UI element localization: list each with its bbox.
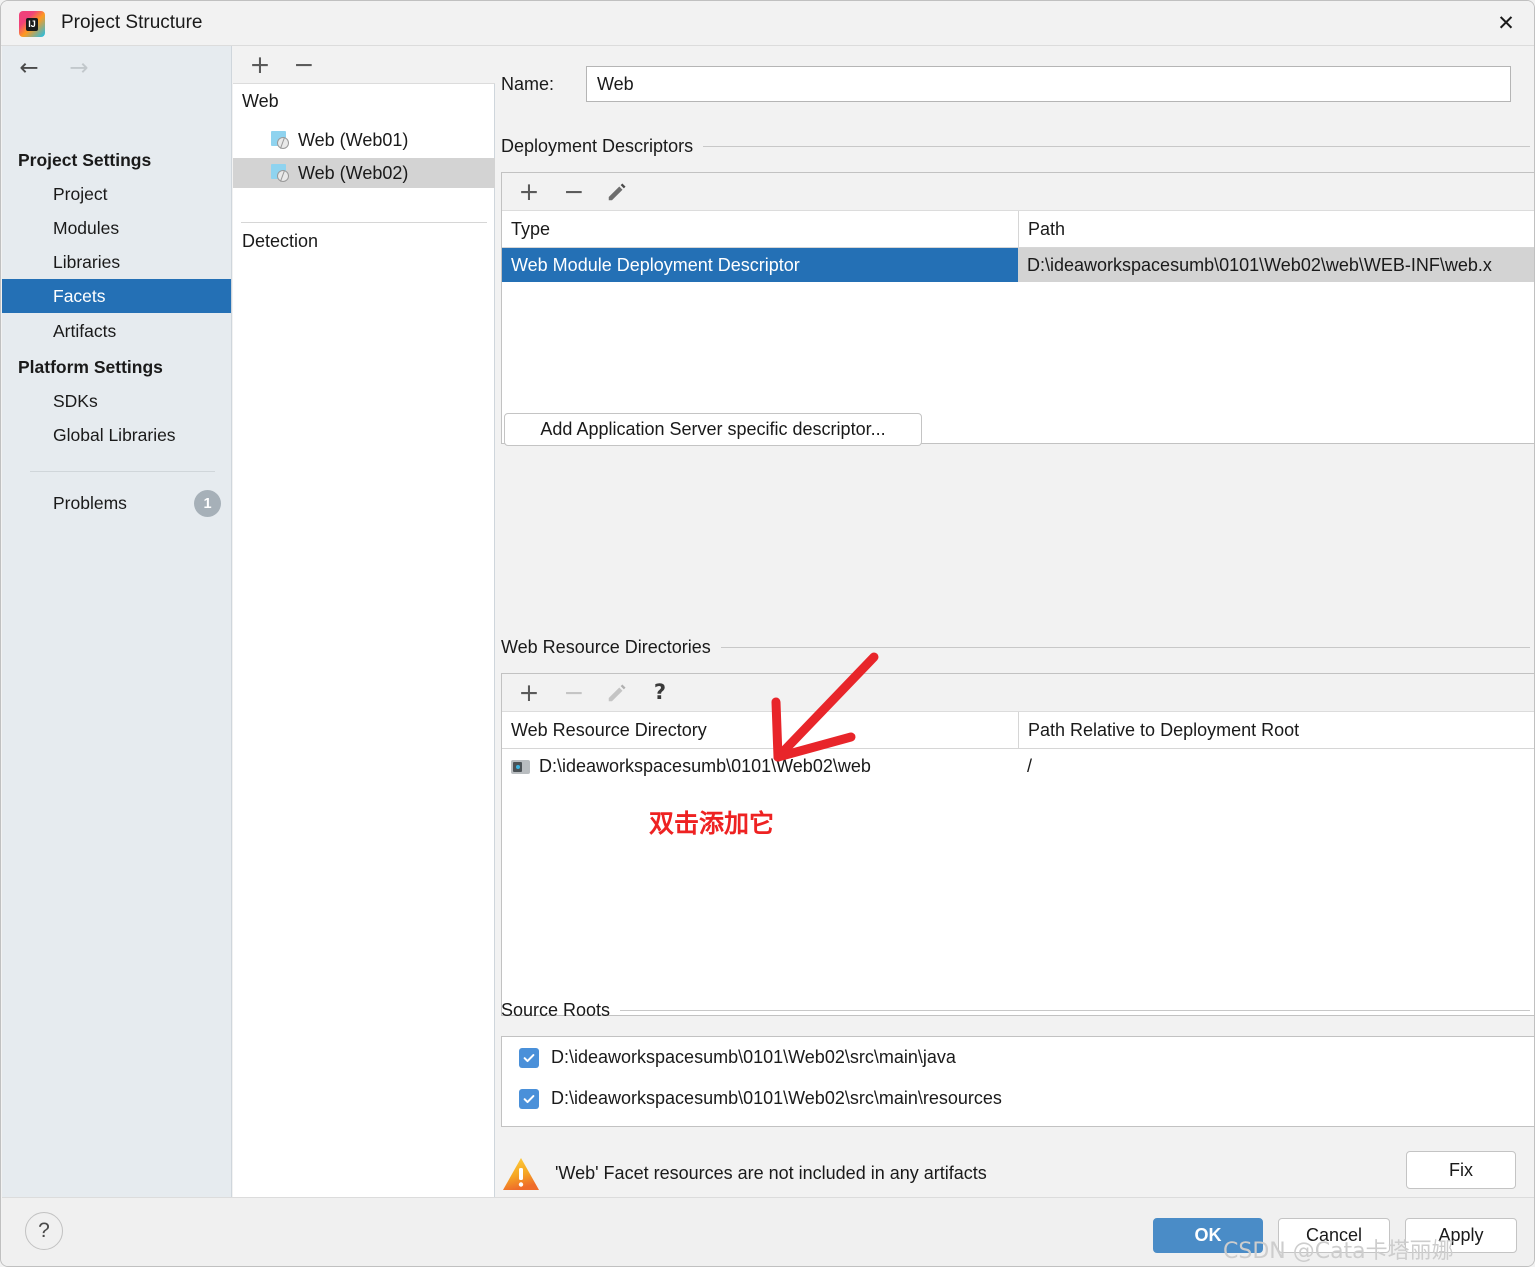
facet-detail-panel: Name: Deployment Descriptors + − Type Pa… — [496, 46, 1534, 1197]
deployment-descriptors-panel: + − Type Path Web Module Deployment Desc… — [501, 172, 1534, 444]
table-row[interactable]: D:\ideaworkspacesumb\0101\Web02\web / — [502, 749, 1534, 783]
web-resource-directories-header-row: Web Resource Directory Path Relative to … — [502, 712, 1534, 749]
sidebar-item-modules[interactable]: Modules — [2, 211, 231, 245]
edit-pencil-icon[interactable] — [606, 682, 628, 704]
column-header-path-relative: Path Relative to Deployment Root — [1018, 712, 1534, 748]
deployment-descriptors-header-row: Type Path — [502, 211, 1534, 248]
web-resource-directories-title-label: Web Resource Directories — [501, 637, 711, 657]
table-row[interactable]: Web Module Deployment Descriptor D:\idea… — [502, 248, 1534, 282]
column-header-type: Type — [511, 218, 551, 239]
remove-web-resource-directory-icon[interactable]: − — [561, 680, 587, 706]
forward-arrow-icon[interactable]: → — [62, 53, 96, 83]
sidebar-item-artifacts[interactable]: Artifacts — [2, 314, 231, 348]
web-facet-icon — [271, 164, 291, 182]
section-title-rule — [620, 1010, 1530, 1011]
warning-triangle-icon — [501, 1156, 541, 1192]
title-bar: IJ Project Structure ✕ — [1, 1, 1534, 46]
web-facet-icon — [271, 131, 291, 149]
column-header-path: Path — [1018, 211, 1534, 247]
source-root-checkbox[interactable] — [519, 1088, 539, 1109]
list-item[interactable]: D:\ideaworkspacesumb\0101\Web02\src\main… — [502, 1078, 1534, 1119]
close-icon[interactable]: ✕ — [1476, 1, 1534, 45]
help-question-icon[interactable]: ? — [647, 680, 673, 706]
sidebar-item-global-libraries[interactable]: Global Libraries — [2, 418, 231, 452]
add-application-server-descriptor-button[interactable]: Add Application Server specific descript… — [504, 413, 922, 446]
source-root-checkbox[interactable] — [519, 1047, 539, 1068]
facet-item-web01-label: Web (Web01) — [298, 129, 409, 150]
facet-item-web02[interactable]: Web (Web02) — [233, 158, 495, 188]
web-resource-directory-cell: D:\ideaworkspacesumb\0101\Web02\web — [502, 749, 1018, 783]
facet-list-divider — [241, 222, 487, 223]
edit-pencil-icon[interactable] — [606, 181, 628, 203]
facet-item-web01[interactable]: Web (Web01) — [233, 125, 495, 155]
ok-button[interactable]: OK — [1153, 1218, 1263, 1253]
sidebar-divider — [30, 471, 215, 472]
window-title: Project Structure — [61, 12, 203, 33]
source-root-path: D:\ideaworkspacesumb\0101\Web02\src\main… — [551, 1047, 956, 1067]
intellij-logo-icon: IJ — [19, 11, 45, 37]
column-header-web-resource-directory: Web Resource Directory — [511, 719, 707, 740]
name-input[interactable] — [586, 66, 1511, 102]
facet-group-detection: Detection — [242, 230, 319, 251]
sidebar-nav-row: ← → — [2, 46, 231, 90]
apply-button[interactable]: Apply — [1405, 1218, 1517, 1253]
warning-message: 'Web' Facet resources are not included i… — [555, 1163, 987, 1183]
relative-path-cell: / — [1027, 755, 1033, 776]
deployment-descriptors-section-title: Deployment Descriptors — [501, 136, 1530, 157]
sidebar-item-problems[interactable]: Problems 1 — [2, 486, 231, 520]
source-roots-section-title: Source Roots — [501, 1000, 1530, 1021]
web-resource-directories-section-title: Web Resource Directories — [501, 637, 1530, 658]
name-label: Name: — [501, 73, 555, 94]
add-facet-icon[interactable]: + — [247, 52, 273, 78]
web-resource-directories-toolbar: + − ? — [502, 674, 1534, 712]
source-roots-panel: D:\ideaworkspacesumb\0101\Web02\src\main… — [501, 1036, 1534, 1127]
help-icon[interactable]: ? — [25, 1212, 63, 1250]
section-title-rule — [720, 647, 1530, 648]
add-web-resource-directory-icon[interactable]: + — [516, 680, 542, 706]
sidebar-item-facets[interactable]: Facets — [2, 279, 231, 313]
sidebar-item-libraries[interactable]: Libraries — [2, 245, 231, 279]
project-structure-dialog: IJ Project Structure ✕ ← → Project Setti… — [0, 0, 1535, 1267]
deployment-descriptors-toolbar: + − — [502, 173, 1534, 211]
remove-facet-icon[interactable]: − — [291, 52, 317, 78]
fix-button[interactable]: Fix — [1406, 1151, 1516, 1189]
sidebar-item-problems-label: Problems — [53, 492, 127, 513]
facet-toolbar: + − — [233, 46, 495, 84]
add-descriptor-icon[interactable]: + — [516, 179, 542, 205]
settings-sidebar: ← → Project Settings Project Modules Lib… — [2, 46, 232, 1197]
remove-descriptor-icon[interactable]: − — [561, 179, 587, 205]
web-resource-directories-panel: + − ? Web Resource Directory Path Relati… — [501, 673, 1534, 1016]
section-title-rule — [703, 146, 1530, 147]
name-row: Name: — [501, 66, 1511, 102]
facet-group-web: Web — [242, 90, 279, 111]
sidebar-group-platform-settings: Platform Settings — [18, 356, 163, 377]
facet-list-panel: + − Web Web (Web01) Web (Web02) Detectio… — [233, 46, 495, 1197]
descriptor-type-cell: Web Module Deployment Descriptor — [502, 248, 1018, 282]
facet-item-web02-label: Web (Web02) — [298, 162, 409, 183]
list-item[interactable]: D:\ideaworkspacesumb\0101\Web02\src\main… — [502, 1037, 1534, 1078]
cancel-button[interactable]: Cancel — [1278, 1218, 1390, 1253]
web-resource-directory-text: D:\ideaworkspacesumb\0101\Web02\web — [539, 755, 871, 776]
source-root-path: D:\ideaworkspacesumb\0101\Web02\src\main… — [551, 1088, 1002, 1108]
sidebar-group-project-settings: Project Settings — [18, 149, 152, 170]
deployment-descriptors-title-label: Deployment Descriptors — [501, 136, 694, 156]
source-roots-title-label: Source Roots — [501, 1000, 611, 1020]
sidebar-item-project[interactable]: Project — [2, 177, 231, 211]
logo-label: IJ — [26, 17, 38, 31]
warning-row: 'Web' Facet resources are not included i… — [501, 1146, 1530, 1201]
back-arrow-icon[interactable]: ← — [12, 53, 46, 83]
folder-icon — [511, 758, 531, 775]
problems-count-badge: 1 — [194, 490, 221, 517]
descriptor-path-cell: D:\ideaworkspacesumb\0101\Web02\web\WEB-… — [1018, 248, 1534, 282]
sidebar-item-sdks[interactable]: SDKs — [2, 384, 231, 418]
